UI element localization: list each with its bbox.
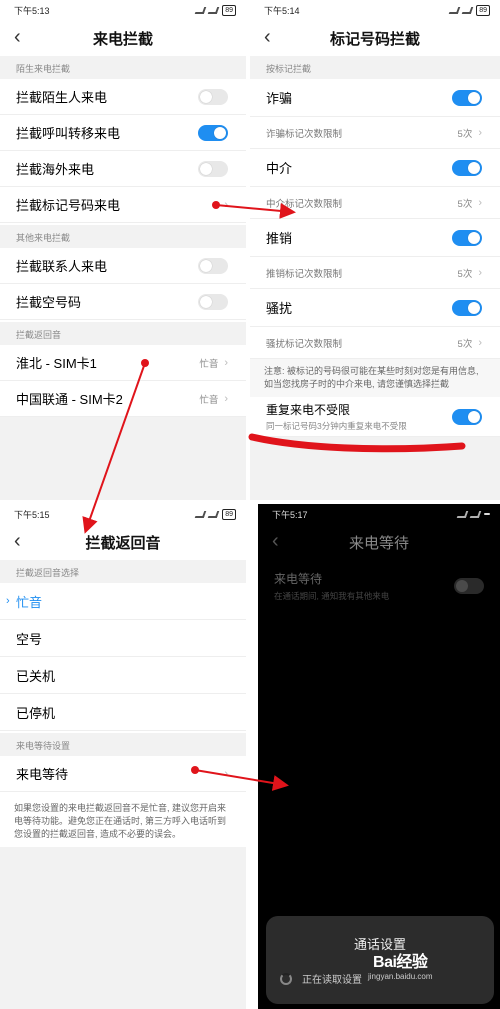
row-block-marked[interactable]: 拦截标记号码来电 › — [0, 187, 246, 223]
back-arrow-icon[interactable]: ‹ — [14, 24, 32, 50]
wifi-icon — [207, 510, 220, 518]
checkmark-icon: › — [6, 595, 10, 607]
chevron-right-icon: › — [478, 196, 482, 209]
chevron-right-icon: › — [224, 198, 228, 211]
page-title: 来电等待 — [348, 534, 409, 552]
wifi-icon — [469, 510, 482, 518]
status-time: 下午5:14 — [264, 5, 300, 16]
chevron-right-icon: › — [478, 266, 482, 279]
loading-spinner-icon — [280, 972, 292, 985]
wifi-icon — [461, 6, 474, 14]
battery-icon: 89 — [476, 4, 490, 16]
back-arrow-icon[interactable]: ‹ — [272, 528, 290, 554]
chevron-right-icon: › — [224, 767, 228, 780]
signal-icon — [194, 6, 207, 14]
section-header: 陌生来电拦截 — [0, 56, 246, 79]
empty-area — [0, 417, 246, 500]
screen-marked-blocking: 下午5:14 89 ‹ 标记号码拦截 按标记拦截 诈骗 诈骗标记次数限制 5次 ›… — [250, 0, 500, 500]
toggle-block-overseas[interactable] — [198, 160, 228, 177]
page-title: 拦截返回音 — [85, 534, 161, 552]
row-sales-limit[interactable]: 推销标记次数限制 5次 › — [250, 257, 500, 289]
chevron-right-icon: › — [224, 392, 228, 405]
signal-icon — [448, 6, 461, 14]
row-sim2[interactable]: 中国联通 - SIM卡2 忙音 › — [0, 381, 246, 417]
baidu-watermark: Bai经验 jingyan.baidu.com — [368, 954, 433, 981]
chevron-right-icon: › — [478, 336, 482, 349]
row-sim1[interactable]: 淮北 - SIM卡1 忙音 › — [0, 345, 246, 381]
status-bar: 下午5:15 89 — [0, 504, 246, 524]
toggle-block-forward[interactable] — [198, 124, 228, 141]
row-repeat-call[interactable]: 重复来电不受限 同一标记号码3分钟内重复来电不受限 — [250, 397, 500, 437]
empty-area — [250, 437, 500, 500]
signal-icon — [194, 510, 207, 518]
toggle-block-contacts[interactable] — [198, 257, 228, 274]
back-arrow-icon[interactable]: ‹ — [264, 24, 282, 50]
row-harass[interactable]: 骚扰 — [250, 289, 500, 327]
nav-bar: ‹ 来电拦截 — [0, 20, 246, 56]
option-suspended[interactable]: 已停机 — [0, 694, 246, 731]
page-title: 标记号码拦截 — [329, 30, 420, 48]
toggle-block-empty[interactable] — [198, 293, 228, 310]
option-busy[interactable]: › 忙音 — [0, 583, 246, 620]
screen-return-tone: 下午5:15 89 ‹ 拦截返回音 拦截返回音选择 › 忙音 空号 已关机 已停… — [0, 504, 246, 1009]
row-block-contacts[interactable]: 拦截联系人来电 — [0, 248, 246, 284]
option-powered-off[interactable]: 已关机 — [0, 657, 246, 694]
battery-icon: 89 — [222, 4, 236, 16]
row-agent-limit[interactable]: 中介标记次数限制 5次 › — [250, 187, 500, 219]
toggle-harass[interactable] — [452, 299, 482, 316]
toggle-fraud[interactable] — [452, 89, 482, 106]
row-harass-limit[interactable]: 骚扰标记次数限制 5次 › — [250, 327, 500, 359]
row-call-waiting[interactable]: 来电等待 在通话期间, 通知我有其他来电 — [258, 560, 500, 612]
battery-icon — [484, 513, 490, 515]
nav-bar: ‹ 标记号码拦截 — [250, 20, 500, 56]
page-title: 来电拦截 — [92, 30, 153, 48]
info-note: 如果您设置的来电拦截返回音不是忙音, 建议您开启来电等待功能。避免您正在通话时,… — [0, 792, 246, 847]
nav-bar: ‹ 拦截返回音 — [0, 524, 246, 560]
row-block-stranger[interactable]: 拦截陌生人来电 — [0, 79, 246, 115]
battery-icon: 89 — [222, 508, 236, 520]
row-block-overseas[interactable]: 拦截海外来电 — [0, 151, 246, 187]
screen-call-waiting: 下午5:17 ‹ 来电等待 来电等待 在通话期间, 通知我有其他来电 通话设置 … — [258, 504, 500, 1009]
empty-area — [0, 847, 246, 1009]
status-bar: 下午5:14 89 — [250, 0, 500, 20]
row-fraud-limit[interactable]: 诈骗标记次数限制 5次 › — [250, 117, 500, 149]
row-block-empty[interactable]: 拦截空号码 — [0, 284, 246, 320]
wifi-icon — [207, 6, 220, 14]
toggle-agent[interactable] — [452, 159, 482, 176]
section-header: 按标记拦截 — [250, 56, 500, 79]
status-bar: 下午5:17 — [258, 504, 500, 524]
status-bar: 下午5:13 89 — [0, 0, 246, 20]
section-header: 其他来电拦截 — [0, 225, 246, 248]
toggle-repeat-call[interactable] — [452, 408, 482, 425]
row-fraud[interactable]: 诈骗 — [250, 79, 500, 117]
screen-call-blocking: 下午5:13 89 ‹ 来电拦截 陌生来电拦截 拦截陌生人来电 拦截呼叫转移来电… — [0, 0, 246, 500]
back-arrow-icon[interactable]: ‹ — [14, 528, 32, 554]
dialog-message: 正在读取设置 — [302, 975, 362, 986]
row-call-waiting[interactable]: 来电等待 › — [0, 756, 246, 792]
option-empty-number[interactable]: 空号 — [0, 620, 246, 657]
signal-icon — [456, 510, 469, 518]
status-time: 下午5:13 — [14, 5, 50, 16]
row-agent[interactable]: 中介 — [250, 149, 500, 187]
section-header: 来电等待设置 — [0, 733, 246, 756]
chevron-right-icon: › — [478, 126, 482, 139]
toggle-block-stranger[interactable] — [198, 88, 228, 105]
status-time: 下午5:15 — [14, 509, 50, 520]
toggle-call-waiting[interactable] — [454, 578, 484, 594]
section-header: 拦截返回音选择 — [0, 560, 246, 583]
section-header: 拦截返回音 — [0, 322, 246, 345]
chevron-right-icon: › — [224, 356, 228, 369]
toggle-sales[interactable] — [452, 229, 482, 246]
warning-note: 注意: 被标记的号码很可能在某些时刻对您是有用信息, 如当您找房子时的中介来电,… — [250, 359, 500, 397]
row-block-forward[interactable]: 拦截呼叫转移来电 — [0, 115, 246, 151]
status-time: 下午5:17 — [272, 509, 308, 520]
nav-bar: ‹ 来电等待 — [258, 524, 500, 560]
row-sales[interactable]: 推销 — [250, 219, 500, 257]
